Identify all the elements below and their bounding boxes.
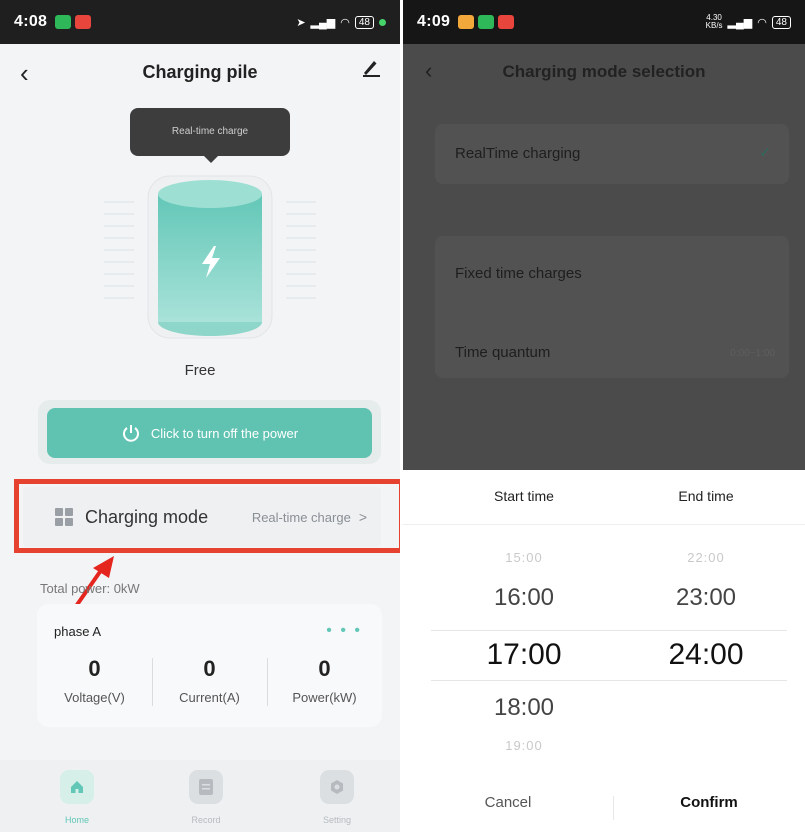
time-quantum-value: 0:00~1:00 xyxy=(730,348,775,359)
edit-icon[interactable] xyxy=(360,56,382,83)
app-notification-icon xyxy=(498,15,515,29)
start-time-option[interactable]: 15:00 xyxy=(424,550,624,565)
end-time-selected[interactable]: 24:00 xyxy=(606,638,805,672)
status-bar: 4:08 ➤ ▂▄▆ ◠ 48 xyxy=(0,0,400,44)
start-time-selected[interactable]: 17:00 xyxy=(424,638,624,672)
app-notification-icon xyxy=(55,15,72,29)
tab-home[interactable]: Home xyxy=(47,770,107,825)
end-time-header: End time xyxy=(678,488,734,504)
option-fixed-time[interactable]: Fixed time charges Time quantum 0:00~1:0… xyxy=(435,236,789,378)
divider xyxy=(403,524,805,525)
location-icon: ➤ xyxy=(296,16,306,29)
record-icon xyxy=(189,770,223,804)
time-picker-sheet: Start time End time 15:00 16:00 17:00 18… xyxy=(403,470,805,832)
start-time-option[interactable]: 16:00 xyxy=(424,584,624,612)
net-speed-unit: KB/s xyxy=(705,21,723,30)
power-off-label: Click to turn off the power xyxy=(150,425,299,441)
phase-card: phase A • • • 0 Voltage(V) 0 Current(A) … xyxy=(37,604,382,727)
time-quantum-label: Time quantum xyxy=(455,344,551,361)
option-label: Fixed time charges xyxy=(455,265,582,282)
selection-line xyxy=(431,630,787,631)
home-icon xyxy=(60,770,94,804)
tab-label: Record xyxy=(191,815,221,825)
confirm-button[interactable]: Confirm xyxy=(613,794,805,811)
notification-icons xyxy=(458,15,515,29)
metric-label: Power(kW) xyxy=(292,690,357,705)
more-dots-icon[interactable]: • • • xyxy=(326,622,362,640)
privacy-dot-icon xyxy=(379,18,386,26)
wifi-icon: ◠ xyxy=(757,16,767,29)
highlight-box xyxy=(14,479,400,553)
end-time-option[interactable]: 22:00 xyxy=(606,550,805,565)
voltage-metric: 0 Voltage(V) xyxy=(37,656,152,705)
charger-status-text: Free xyxy=(184,362,216,379)
selection-line xyxy=(431,680,787,681)
metric-label: Voltage(V) xyxy=(64,690,125,705)
battery-illustration xyxy=(104,172,316,342)
top-bar: ‹ Charging pile xyxy=(0,44,400,100)
power-icon xyxy=(122,425,139,442)
tab-label: Home xyxy=(64,815,89,825)
status-right: ➤ ▂▄▆ ◠ 48 xyxy=(296,15,386,29)
tab-setting[interactable]: Setting xyxy=(307,770,367,825)
picker-actions: Cancel Confirm xyxy=(403,776,805,832)
wifi-icon: ◠ xyxy=(340,16,350,29)
charging-mode-selection-screen: 4:09 4.30 KB/s ▂▄▆ ◠ 48 ‹ Charging mode … xyxy=(403,0,805,832)
metric-value: 0 xyxy=(88,656,101,681)
app-notification-icon xyxy=(75,15,92,29)
app-notification-icon xyxy=(458,15,475,29)
battery-icon: 48 xyxy=(354,15,374,29)
charging-pile-screen: 4:08 ➤ ▂▄▆ ◠ 48 ‹ Charging pile Real-tim… xyxy=(0,0,400,832)
setting-icon xyxy=(320,770,354,804)
status-time: 4:08 xyxy=(14,13,48,30)
net-speed: 4.30 KB/s xyxy=(706,14,723,30)
phase-title: phase A xyxy=(54,624,101,639)
tab-label: Setting xyxy=(322,815,352,825)
metric-value: 0 xyxy=(203,656,216,681)
status-right: 4.30 KB/s ▂▄▆ ◠ 48 xyxy=(706,14,791,30)
cancel-button[interactable]: Cancel xyxy=(403,794,613,811)
back-chevron-icon[interactable]: ‹ xyxy=(20,58,29,89)
total-power-text: Total power: 0kW xyxy=(40,581,140,596)
metric-label: Current(A) xyxy=(179,690,240,705)
dimmed-background: ‹ Charging mode selection RealTime charg… xyxy=(403,44,805,470)
status-bar: 4:09 4.30 KB/s ▂▄▆ ◠ 48 xyxy=(403,0,805,44)
battery-icon: 48 xyxy=(771,15,791,29)
tab-record[interactable]: Record xyxy=(176,770,236,825)
option-realtime[interactable]: RealTime charging ✓ xyxy=(435,124,789,184)
power-off-button[interactable]: Click to turn off the power xyxy=(47,408,372,458)
app-notification-icon xyxy=(478,15,495,29)
checkmark-icon: ✓ xyxy=(759,144,771,160)
signal-icon: ▂▄▆ xyxy=(727,16,753,29)
status-time: 4:09 xyxy=(417,13,451,30)
notification-icons xyxy=(55,15,92,29)
current-metric: 0 Current(A) xyxy=(152,656,267,705)
charge-mode-tooltip: Real-time charge xyxy=(130,108,290,163)
metric-value: 0 xyxy=(318,656,331,681)
end-time-option[interactable]: 23:00 xyxy=(606,584,805,612)
page-title: Charging pile xyxy=(142,61,258,82)
start-time-option[interactable]: 19:00 xyxy=(424,738,624,753)
power-metric: 0 Power(kW) xyxy=(267,656,382,705)
page-title: Charging mode selection xyxy=(502,62,706,81)
option-label: RealTime charging xyxy=(455,145,581,162)
signal-icon: ▂▄▆ xyxy=(310,16,336,29)
bottom-tab-bar: Home Record Setting xyxy=(0,760,400,832)
start-time-option[interactable]: 18:00 xyxy=(424,694,624,722)
start-time-header: Start time xyxy=(494,488,554,504)
